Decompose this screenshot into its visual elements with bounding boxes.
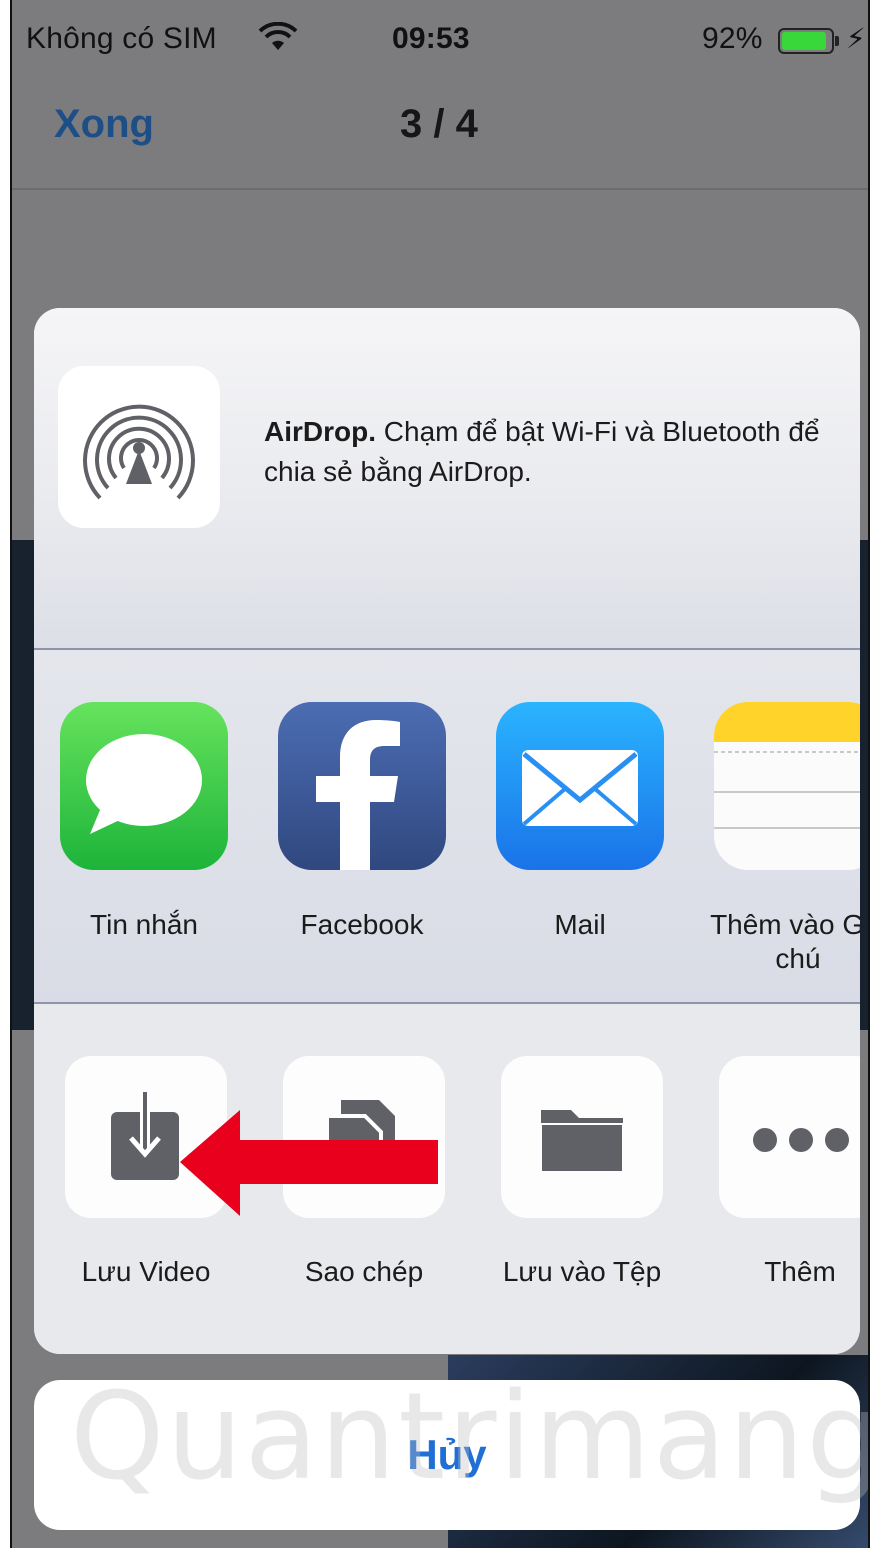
action-label-copy: Sao chép <box>304 1256 424 1287</box>
more-tile[interactable] <box>719 1056 860 1218</box>
done-button[interactable]: Xong <box>54 102 154 147</box>
mail-icon[interactable] <box>496 702 664 870</box>
action-more[interactable]: Thêm <box>700 1056 860 1288</box>
more-icon <box>753 1128 849 1152</box>
app-facebook[interactable]: Facebook <box>262 702 462 942</box>
save-to-files-tile[interactable] <box>501 1056 663 1218</box>
status-bar: Không có SIM 09:53 92% ⚡ <box>12 0 868 84</box>
airdrop-title: AirDrop. <box>264 416 376 447</box>
red-arrow-annotation <box>180 1110 438 1216</box>
notes-icon[interactable] <box>714 702 860 870</box>
facebook-icon[interactable] <box>278 702 446 870</box>
battery-tip <box>835 36 839 46</box>
action-save-to-files[interactable]: Lưu vào Tệp <box>482 1056 682 1288</box>
app-label-mail: Mail <box>554 909 606 940</box>
wifi-icon <box>258 21 298 57</box>
apps-row: Tin nhắn Facebook Mail Thêm vào chú <box>34 650 860 1004</box>
action-label-more: Thêm <box>764 1256 836 1287</box>
phone-screen: Không có SIM 09:53 92% ⚡ Xong 3 / 4 AirD… <box>10 0 870 1548</box>
app-label-facebook: Facebook <box>300 909 424 940</box>
battery-icon <box>778 28 834 54</box>
navigation-bar: Xong 3 / 4 <box>12 84 868 190</box>
action-label-save-video: Lưu Video <box>81 1256 211 1287</box>
battery-percent: 92% <box>702 22 763 55</box>
cancel-label: Hủy <box>407 1431 487 1478</box>
folder-icon <box>540 1110 624 1173</box>
app-messages[interactable]: Tin nhắn <box>44 702 244 942</box>
page-counter: 3 / 4 <box>400 102 478 146</box>
bolt-icon: ⚡ <box>846 23 866 54</box>
airdrop-icon[interactable] <box>58 366 220 528</box>
app-mail[interactable]: Mail <box>480 702 680 942</box>
action-label-save-to-files: Lưu vào Tệp <box>502 1256 662 1287</box>
airdrop-description: AirDrop. Chạm để bật Wi-Fi và Bluetooth … <box>264 412 824 492</box>
airdrop-row[interactable]: AirDrop. Chạm để bật Wi-Fi và Bluetooth … <box>34 308 860 650</box>
carrier-label: Không có SIM <box>26 22 217 55</box>
app-label-messages: Tin nhắn <box>90 909 198 940</box>
battery-fill <box>782 32 827 50</box>
app-notes[interactable]: Thêm vào Ghi chú <box>698 702 860 976</box>
app-label-notes: Thêm vào Ghi chú <box>710 909 860 974</box>
cancel-button[interactable]: Hủy <box>34 1380 860 1530</box>
messages-icon[interactable] <box>60 702 228 870</box>
clock: 09:53 <box>392 22 470 55</box>
